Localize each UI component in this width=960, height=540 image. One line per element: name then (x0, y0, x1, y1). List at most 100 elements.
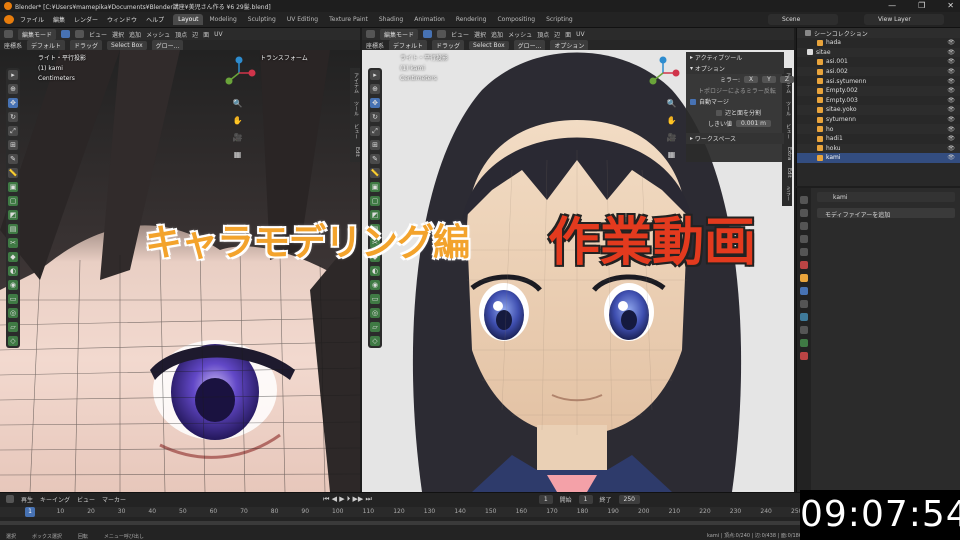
visibility-eye-icon[interactable]: 👁 (947, 106, 955, 113)
split-edges-checkbox[interactable] (716, 109, 722, 116)
left-3d-viewport[interactable]: ▸ ⊕ ✥ ↻ ⤢ ⊞ ✎ 📏 ▣ ▢ ◩ ▤ ✂ ◆ ◐ ◉ ▭ ◎ ▱ ◇ … (0, 50, 360, 492)
rip-tool-icon[interactable]: ◇ (8, 336, 18, 346)
outliner-item[interactable]: hoku 👁 (797, 143, 960, 154)
outliner-item[interactable]: sitae.yoko 👁 (797, 105, 960, 115)
viewport-menu-vertex[interactable]: 頂点 (175, 30, 187, 39)
visibility-eye-icon[interactable]: 👁 (947, 135, 955, 142)
mode-dropdown[interactable]: 編集モード (18, 28, 57, 40)
end-frame-field[interactable]: 250 (618, 494, 640, 504)
navigation-gizmo[interactable] (222, 56, 256, 90)
viewport-menu-select[interactable]: 選択 (474, 30, 486, 39)
maximize-button[interactable]: ❐ (918, 1, 925, 10)
outliner-item[interactable]: sytumenn 👁 (797, 115, 960, 125)
tool-tab-icon[interactable] (800, 196, 808, 204)
viewport-menu-mesh[interactable]: メッシュ (146, 30, 170, 39)
default-dropdown[interactable]: デフォルト (27, 39, 66, 51)
edge-select-icon[interactable] (437, 30, 447, 38)
drag-dropdown[interactable]: ドラッグ (432, 39, 465, 51)
render-tab-icon[interactable] (800, 209, 808, 217)
inset-tool-icon[interactable]: ▢ (8, 196, 18, 206)
edge-slide-tool-icon[interactable]: ▭ (8, 294, 18, 304)
material-tab-icon[interactable] (800, 352, 808, 360)
bevel-tool-icon[interactable]: ◩ (8, 210, 18, 220)
minimize-button[interactable]: — (888, 1, 896, 10)
side-tab-tool[interactable]: ツール (350, 99, 360, 118)
spin-tool-icon[interactable]: ◐ (370, 266, 380, 276)
viewport-menu-edge[interactable]: 辺 (192, 30, 198, 39)
visibility-eye-icon[interactable]: 👁 (947, 145, 955, 152)
spin-tool-icon[interactable]: ◐ (8, 266, 18, 276)
menu-render[interactable]: レンダー (74, 15, 98, 24)
select-tool-icon[interactable]: ▸ (8, 70, 18, 80)
timeline-menu-marker[interactable]: マーカー (102, 495, 126, 504)
object-tab-icon[interactable] (800, 274, 808, 282)
extrude-tool-icon[interactable]: ▣ (8, 182, 18, 192)
outliner-item[interactable]: hadi1 👁 (797, 134, 960, 144)
outliner-item[interactable]: ho 👁 (797, 124, 960, 134)
transform-tool-icon[interactable]: ⊞ (370, 140, 380, 150)
current-frame-indicator[interactable]: 1 (25, 507, 35, 517)
pan-hand-icon[interactable]: ✋ (232, 115, 243, 126)
edge-slide-tool-icon[interactable]: ▭ (370, 294, 380, 304)
select-box-dropdown[interactable]: Select Box (469, 40, 509, 50)
visibility-eye-icon[interactable]: 👁 (947, 97, 955, 104)
viewport-menu-select[interactable]: 選択 (112, 30, 124, 39)
active-tool-header[interactable]: ▸ アクティブツール (686, 52, 784, 63)
options-header[interactable]: ▾ オプション (686, 63, 784, 74)
shear-tool-icon[interactable]: ▱ (370, 322, 380, 332)
smooth-tool-icon[interactable]: ◉ (8, 280, 18, 290)
navigation-gizmo[interactable] (646, 56, 680, 90)
outliner-item[interactable]: kami 👁 (797, 153, 960, 163)
side-tab-view[interactable]: ビュー (350, 122, 360, 141)
timeline-track[interactable] (0, 521, 800, 525)
knife-tool-icon[interactable]: ✂ (8, 238, 18, 248)
timeline-menu-keying[interactable]: キーイング (40, 495, 70, 504)
topology-mirror-row[interactable]: トポロジーによるミラー反転 (686, 85, 784, 96)
grid-icon[interactable]: ▦ (666, 149, 677, 160)
menu-file[interactable]: ファイル (20, 15, 44, 24)
menu-help[interactable]: ヘルプ (146, 15, 164, 24)
mode-dropdown[interactable]: 編集モード (380, 28, 419, 40)
blender-menu-icon[interactable] (4, 15, 14, 24)
constraints-tab-icon[interactable] (800, 326, 808, 334)
cursor-tool-icon[interactable]: ⊕ (370, 84, 380, 94)
extrude-tool-icon[interactable]: ▣ (370, 182, 380, 192)
outliner-item[interactable]: Empty.003 👁 (797, 96, 960, 106)
inset-tool-icon[interactable]: ▢ (370, 196, 380, 206)
visibility-eye-icon[interactable]: 👁 (947, 78, 955, 85)
outliner-item[interactable]: asi.sytumenn 👁 (797, 76, 960, 86)
tab-rendering[interactable]: Rendering (451, 14, 492, 25)
rip-tool-icon[interactable]: ◇ (370, 336, 380, 346)
viewport-menu-vertex[interactable]: 頂点 (537, 30, 549, 39)
modifier-tab-icon[interactable] (800, 287, 808, 295)
playback-controls[interactable]: ⏮ ◀ ▶ ⏵ ▶▶ ⏭ (323, 495, 372, 504)
visibility-eye-icon[interactable]: 👁 (947, 116, 955, 123)
auto-merge-checkbox[interactable] (690, 98, 696, 105)
menu-window[interactable]: ウィンドウ (107, 15, 137, 24)
drag-dropdown[interactable]: ドラッグ (70, 39, 103, 51)
mirror-z-toggle[interactable]: Z (779, 76, 794, 83)
timeline-ruler[interactable]: 1102030405060708090100110120130140150160… (0, 507, 802, 517)
viewport-menu-view[interactable]: ビュー (451, 30, 469, 39)
start-frame-field[interactable]: 1 (578, 494, 593, 504)
visibility-eye-icon[interactable]: 👁 (947, 126, 955, 133)
viewport-menu-face[interactable]: 面 (203, 30, 209, 39)
rotate-tool-icon[interactable]: ↻ (8, 112, 18, 122)
scene-tab-icon[interactable] (800, 248, 808, 256)
visibility-eye-icon[interactable]: 👁 (947, 68, 955, 75)
camera-icon[interactable]: 🎥 (232, 132, 243, 143)
shrink-tool-icon[interactable]: ◎ (8, 308, 18, 318)
tab-modeling[interactable]: Modeling (204, 14, 241, 25)
side-tab-item[interactable]: アイテム (350, 71, 360, 95)
tab-uv-editing[interactable]: UV Editing (282, 14, 323, 25)
measure-tool-icon[interactable]: 📏 (370, 168, 380, 178)
tab-layout[interactable]: Layout (173, 14, 204, 25)
viewport-menu-edge[interactable]: 辺 (554, 30, 560, 39)
auto-merge-row[interactable]: 自動マージ (686, 96, 784, 107)
move-tool-icon[interactable]: ✥ (8, 98, 18, 108)
viewport-menu-mesh[interactable]: メッシュ (508, 30, 532, 39)
tab-animation[interactable]: Animation (409, 14, 450, 25)
tab-sculpting[interactable]: Sculpting (243, 14, 281, 25)
tab-shading[interactable]: Shading (374, 14, 408, 25)
viewport-menu-add[interactable]: 追加 (491, 30, 503, 39)
